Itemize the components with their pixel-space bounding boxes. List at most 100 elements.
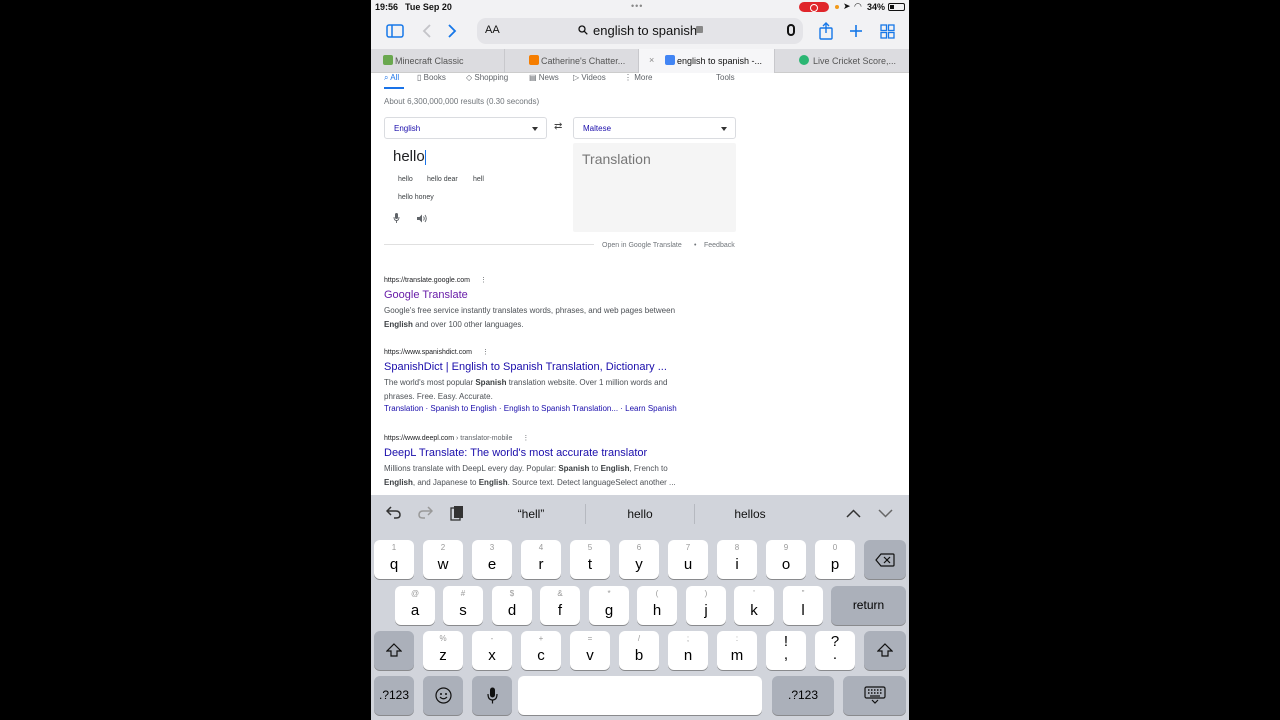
numbers-key[interactable]: .?123 bbox=[374, 676, 414, 715]
key[interactable]: " l bbox=[783, 586, 823, 625]
key[interactable]: 7u bbox=[668, 540, 708, 579]
tab-english-to-spanish[interactable]: × english to spanish -... bbox=[639, 49, 775, 73]
nav-all[interactable]: ⌕ All bbox=[384, 73, 399, 83]
prediction-1[interactable]: “hell” bbox=[481, 507, 581, 521]
return-key[interactable]: return bbox=[831, 586, 906, 625]
redo-icon[interactable] bbox=[417, 505, 434, 523]
open-in-google-translate-link[interactable]: Open in Google Translate bbox=[602, 242, 682, 249]
key[interactable]: ! , bbox=[766, 631, 806, 670]
suggestion-chip[interactable]: hell bbox=[473, 176, 484, 183]
key[interactable]: :m bbox=[717, 631, 757, 670]
forward-icon[interactable] bbox=[445, 20, 459, 42]
key[interactable]: 8i bbox=[717, 540, 757, 579]
speaker-icon[interactable] bbox=[417, 214, 428, 225]
key[interactable]: ) j bbox=[686, 586, 726, 625]
nav-books[interactable]: ▯ Books bbox=[417, 73, 446, 82]
tab-bar: Minecraft Classic Catherine's Chatter...… bbox=[371, 49, 909, 73]
emoji-key[interactable] bbox=[423, 676, 463, 715]
key[interactable]: 9o bbox=[766, 540, 806, 579]
delete-key[interactable] bbox=[864, 540, 906, 579]
key[interactable]: $ d bbox=[492, 586, 532, 625]
tab-catherines-chatter[interactable]: Catherine's Chatter... bbox=[505, 49, 639, 73]
feedback-link[interactable]: Feedback bbox=[704, 242, 735, 249]
key[interactable]: 5t bbox=[570, 540, 610, 579]
key[interactable]: ; n bbox=[668, 631, 708, 670]
key[interactable]: ? . bbox=[815, 631, 855, 670]
reader-aa-button[interactable]: AA bbox=[485, 24, 500, 36]
back-icon[interactable] bbox=[419, 20, 433, 42]
result-url: https://translate.google.com ⋮ bbox=[384, 277, 487, 284]
result-title-link[interactable]: DeepL Translate: The world's most accura… bbox=[384, 447, 714, 459]
space-key[interactable] bbox=[518, 676, 762, 715]
nav-shopping[interactable]: ◇ Shopping bbox=[466, 73, 508, 82]
key[interactable]: 0p bbox=[815, 540, 855, 579]
prediction-3[interactable]: hellos bbox=[700, 507, 800, 521]
key[interactable]: 4r bbox=[521, 540, 561, 579]
nav-news[interactable]: ▤ News bbox=[529, 73, 559, 82]
microphone-icon[interactable] bbox=[787, 24, 795, 36]
key[interactable]: 1q bbox=[374, 540, 414, 579]
ipad-screen: 19:56 Tue Sep 20 ••• ➤ ◠ 34% AA english … bbox=[371, 0, 909, 720]
target-language-select[interactable]: Maltese bbox=[573, 117, 736, 139]
safari-toolbar: AA english to spanish bbox=[371, 14, 909, 49]
new-tab-icon[interactable] bbox=[847, 20, 865, 42]
translation-placeholder: Translation bbox=[582, 151, 651, 167]
nav-videos[interactable]: ▷ Videos bbox=[573, 73, 606, 82]
results-count: About 6,300,000,000 results (0.30 second… bbox=[384, 97, 540, 106]
tab-overview-icon[interactable] bbox=[878, 20, 896, 42]
paste-icon[interactable] bbox=[450, 505, 464, 526]
numbers-key[interactable]: .?123 bbox=[772, 676, 834, 715]
key[interactable]: + c bbox=[521, 631, 561, 670]
swap-languages-icon[interactable]: ⇄ bbox=[554, 121, 562, 132]
sidebar-icon[interactable] bbox=[385, 20, 405, 42]
key[interactable]: % z bbox=[423, 631, 463, 670]
result-sitelinks[interactable]: Translation · Spanish to English · Engli… bbox=[384, 404, 714, 413]
prediction-2[interactable]: hello bbox=[590, 507, 690, 521]
key[interactable]: # s bbox=[443, 586, 483, 625]
nav-more[interactable]: ⋮ More bbox=[624, 73, 652, 82]
key[interactable]: (h bbox=[637, 586, 677, 625]
onscreen-keyboard: “hell” hello hellos 1q 2w 3e 4r 5t 6y 7u… bbox=[371, 495, 909, 720]
key[interactable]: / b bbox=[619, 631, 659, 670]
microphone-icon[interactable] bbox=[393, 213, 400, 225]
source-language-select[interactable]: English bbox=[384, 117, 547, 139]
tab-live-cricket[interactable]: Live Cricket Score,... bbox=[775, 49, 909, 73]
shift-key[interactable] bbox=[374, 631, 414, 670]
nav-tools[interactable]: Tools bbox=[716, 73, 735, 82]
suggestion-chip[interactable]: hello bbox=[398, 176, 413, 183]
hide-keyboard-key[interactable] bbox=[843, 676, 906, 715]
share-icon[interactable] bbox=[817, 20, 835, 42]
status-time: 19:56 bbox=[375, 2, 399, 12]
key[interactable]: 2w bbox=[423, 540, 463, 579]
key[interactable]: 3e bbox=[472, 540, 512, 579]
more-options-icon[interactable]: ⋮ bbox=[522, 435, 529, 442]
target-language-label: Maltese bbox=[583, 124, 612, 133]
chevron-down-icon[interactable] bbox=[878, 505, 893, 522]
key[interactable]: ' k bbox=[734, 586, 774, 625]
backspace-icon bbox=[864, 553, 906, 570]
close-tab-icon[interactable]: × bbox=[649, 55, 654, 65]
key[interactable]: 6y bbox=[619, 540, 659, 579]
result-title-link[interactable]: Google Translate bbox=[384, 289, 714, 301]
key[interactable]: = v bbox=[570, 631, 610, 670]
key[interactable]: @ a bbox=[395, 586, 435, 625]
tab-minecraft[interactable]: Minecraft Classic bbox=[371, 49, 505, 73]
search-result: https://www.spanishdict.com ⋮ SpanishDict… bbox=[384, 348, 714, 413]
key[interactable]: & f bbox=[540, 586, 580, 625]
multitasking-dots-icon[interactable]: ••• bbox=[631, 1, 643, 11]
suggestion-chip[interactable]: hello honey bbox=[398, 194, 434, 201]
more-options-icon[interactable]: ⋮ bbox=[480, 277, 487, 284]
dictation-key[interactable] bbox=[472, 676, 512, 715]
key[interactable]: * g bbox=[589, 586, 629, 625]
more-options-icon[interactable]: ⋮ bbox=[482, 349, 489, 356]
result-title-link[interactable]: SpanishDict | English to Spanish Transla… bbox=[384, 361, 714, 373]
screen-recording-icon[interactable] bbox=[799, 2, 829, 12]
undo-icon[interactable] bbox=[385, 505, 402, 523]
source-text-input[interactable]: hello bbox=[384, 143, 564, 243]
suggestion-chip[interactable]: hello dear bbox=[427, 176, 458, 183]
key[interactable]: -x bbox=[472, 631, 512, 670]
result-snippet: The world's most popular Spanish transla… bbox=[384, 378, 668, 401]
address-bar[interactable]: AA english to spanish bbox=[477, 18, 803, 44]
chevron-up-icon[interactable] bbox=[846, 505, 861, 522]
shift-key[interactable] bbox=[864, 631, 906, 670]
